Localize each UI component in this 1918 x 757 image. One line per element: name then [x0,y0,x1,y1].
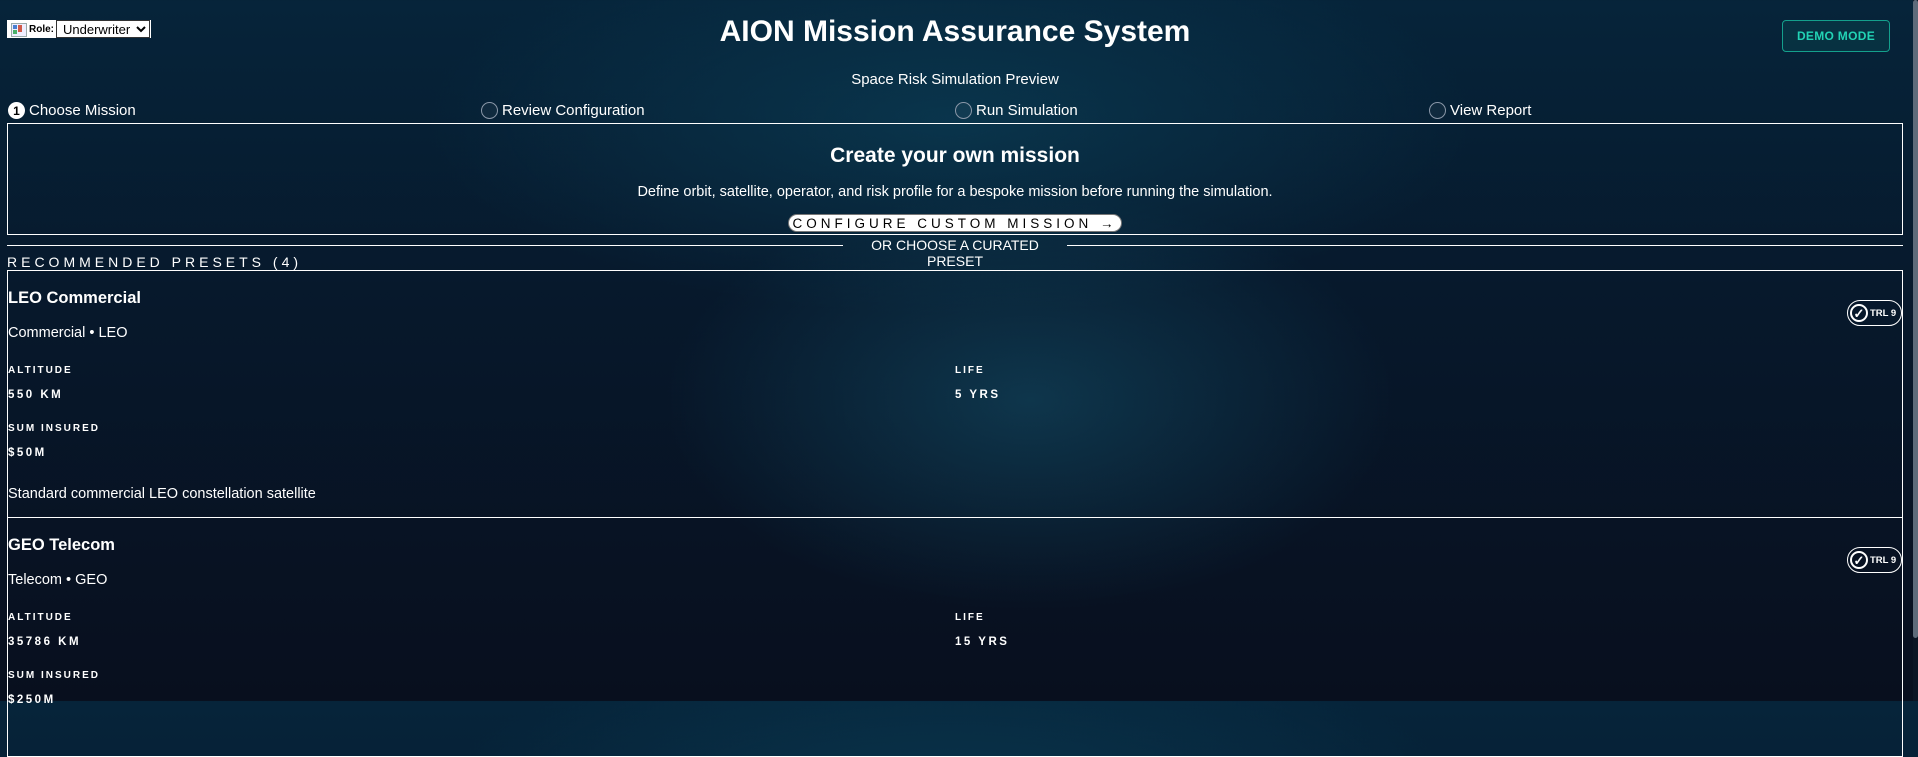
step-label: Review Configuration [502,102,645,119]
altitude-label: ALTITUDE [8,365,73,376]
step-choose-mission[interactable]: 1 Choose Mission [8,102,136,119]
step-number-2 [481,102,498,119]
step-review-configuration[interactable]: Review Configuration [481,102,645,119]
divider-line-right [1067,245,1903,246]
custom-mission-description: Define orbit, satellite, operator, and r… [637,184,1273,200]
check-circle-icon: ✓ [1850,551,1868,569]
page-title: AION Mission Assurance System [719,15,1191,48]
step-label: Choose Mission [29,102,136,119]
trl-badge: ✓ TRL 9 [1847,547,1902,573]
sum-insured-value: $50M [8,447,47,459]
page-scrollbar[interactable] [1913,0,1918,701]
step-number-1: 1 [8,102,25,119]
preset-name: GEO Telecom [8,536,115,554]
life-label: LIFE [955,612,985,623]
preset-card-leo-commercial[interactable]: LEO Commercial Commercial • LEO ✓ TRL 9 … [7,270,1903,518]
preset-meta: Telecom • GEO [8,572,108,588]
step-label: Run Simulation [976,102,1078,119]
trl-badge-text: TRL 9 [1870,307,1897,319]
divider-text: OR CHOOSE A CURATED PRESET [871,237,1039,269]
page-subtitle: Space Risk Simulation Preview [851,71,1059,88]
scrollbar-thumb[interactable] [1913,0,1918,638]
step-view-report[interactable]: View Report [1429,102,1531,119]
trl-badge-text: TRL 9 [1870,554,1897,566]
step-number-3 [955,102,972,119]
sum-insured-value: $250M [8,694,56,706]
sum-insured-label: SUM INSURED [8,670,101,681]
configure-custom-mission-button[interactable]: CONFIGURE CUSTOM MISSION → [788,214,1122,232]
life-value: 15 YRS [955,636,1010,648]
preset-meta: Commercial • LEO [8,325,128,341]
life-value: 5 YRS [955,389,1001,401]
divider-line-left [7,245,843,246]
step-run-simulation[interactable]: Run Simulation [955,102,1078,119]
altitude-value: 35786 KM [8,636,82,648]
life-label: LIFE [955,365,985,376]
demo-mode-button[interactable]: DEMO MODE [1782,20,1890,52]
custom-mission-panel: Create your own mission Define orbit, sa… [7,123,1903,235]
check-circle-icon: ✓ [1850,304,1868,322]
preset-card-geo-telecom[interactable]: GEO Telecom Telecom • GEO ✓ TRL 9 ALTITU… [7,517,1903,757]
preset-description: Standard commercial LEO constellation sa… [8,486,316,502]
trl-badge: ✓ TRL 9 [1847,300,1902,326]
preset-name: LEO Commercial [8,289,141,307]
step-label: View Report [1450,102,1532,119]
step-number-4 [1429,102,1446,119]
presets-heading: RECOMMENDED PRESETS (4) [7,254,303,270]
custom-mission-title: Create your own mission [830,144,1080,167]
altitude-value: 550 KM [8,389,64,401]
altitude-label: ALTITUDE [8,612,73,623]
sum-insured-label: SUM INSURED [8,423,101,434]
